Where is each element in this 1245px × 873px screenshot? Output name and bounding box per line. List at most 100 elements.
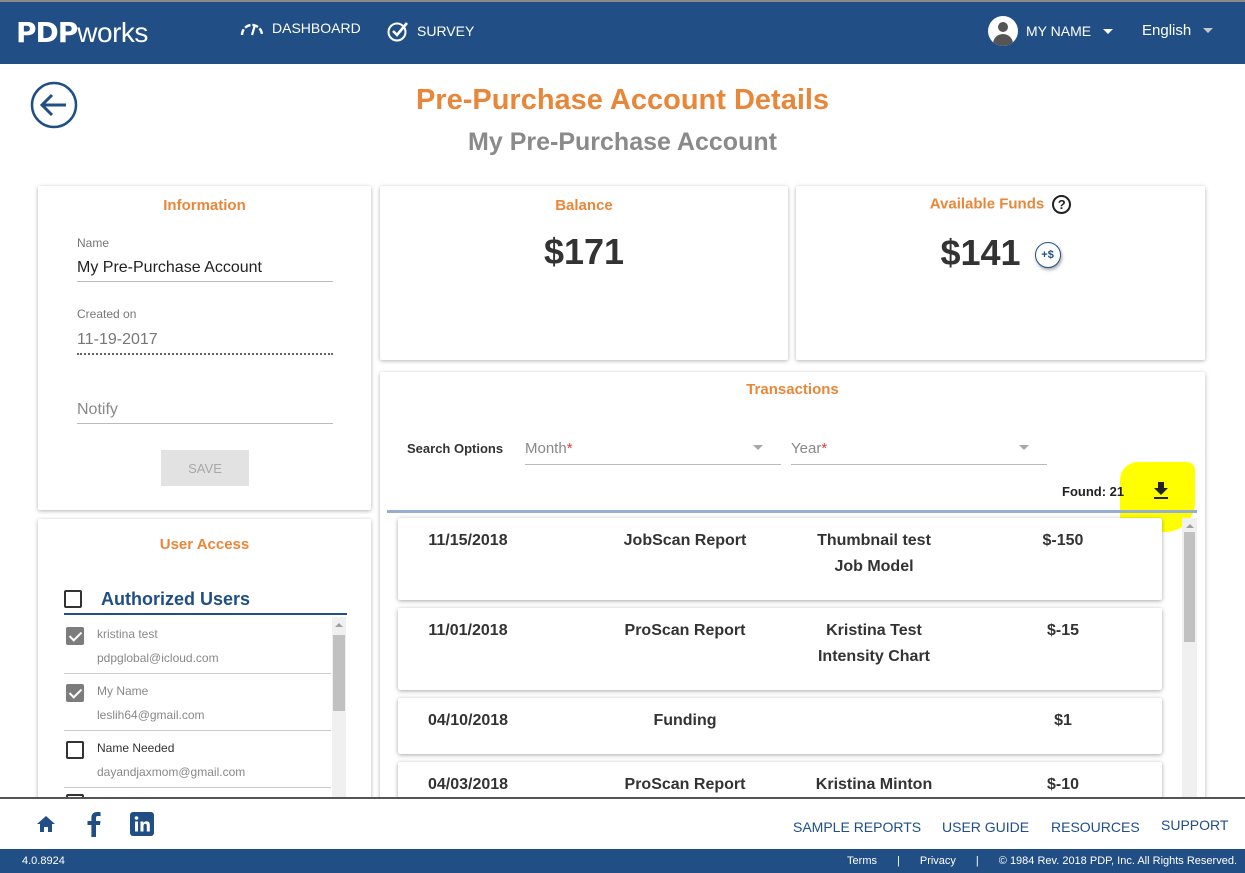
transactions-scrollbar[interactable]: [1182, 518, 1197, 812]
footer-link-sample-reports[interactable]: SAMPLE REPORTS: [793, 819, 921, 835]
separator: |: [975, 855, 979, 867]
balance-card: Balance $171: [380, 186, 788, 360]
found-count: Found: 21: [1062, 484, 1125, 499]
required-mark: *: [821, 440, 828, 457]
footer-link-user-guide[interactable]: USER GUIDE: [942, 819, 1029, 835]
avatar: [988, 16, 1018, 46]
user-access-title: User Access: [159, 536, 250, 553]
description-line: Intensity Chart: [817, 648, 930, 665]
separator: |: [897, 855, 900, 867]
footer-link-resources[interactable]: RESOURCES: [1051, 819, 1140, 835]
transaction-type: ProScan Report: [624, 622, 746, 639]
home-icon[interactable]: [36, 815, 56, 833]
language-select[interactable]: English: [1142, 22, 1214, 39]
transaction-amount: $-15: [1046, 622, 1080, 639]
month-select[interactable]: Month*: [525, 432, 781, 465]
page-title: Pre-Purchase Account Details: [415, 84, 830, 116]
nav-dashboard-label: DASHBOARD: [272, 20, 361, 36]
month-placeholder: Month: [525, 440, 567, 457]
user-checkbox[interactable]: [66, 741, 84, 759]
download-button[interactable]: [1152, 480, 1170, 500]
logo[interactable]: PDPworks: [16, 16, 148, 50]
transaction-date: 04/03/2018: [427, 776, 509, 793]
user-checkbox[interactable]: [66, 627, 84, 645]
transaction-date: 11/15/2018: [428, 532, 508, 549]
transaction-type: ProScan Report: [624, 776, 746, 793]
name-field[interactable]: My Pre-Purchase Account: [77, 259, 333, 282]
created-on-field: 11-19-2017: [77, 331, 333, 355]
user-access-card: User Access Authorized Users kristina te…: [38, 519, 371, 819]
table-row[interactable]: 11/01/2018 ProScan Report Kristina Test …: [398, 608, 1162, 690]
legal-links: Terms | Privacy | © 1984 Rev. 2018 PDP, …: [847, 855, 1237, 867]
footer-link-support[interactable]: SUPPORT: [1161, 817, 1228, 833]
user-checkbox[interactable]: [66, 684, 84, 702]
available-funds-amount: $141: [940, 232, 1021, 273]
search-options-label: Search Options: [407, 441, 504, 456]
user-name: MY NAME: [1026, 23, 1092, 39]
transaction-date: 04/10/2018: [427, 712, 509, 729]
transaction-description: Thumbnail test Job Model: [784, 528, 964, 580]
information-card: Information Name My Pre-Purchase Account…: [38, 186, 371, 510]
required-mark: *: [566, 440, 573, 457]
facebook-icon[interactable]: [87, 811, 101, 837]
user-name: Name Needed: [97, 741, 175, 755]
divider: [387, 510, 1197, 513]
user-name: kristina test: [97, 627, 158, 641]
table-row[interactable]: 11/15/2018 JobScan Report Thumbnail test…: [398, 518, 1162, 600]
year-select[interactable]: Year*: [791, 432, 1047, 465]
user-name: My Name: [97, 684, 149, 698]
transaction-date: 11/01/2018: [428, 622, 508, 639]
available-funds-title: Available Funds: [929, 195, 1045, 213]
nav-survey[interactable]: SURVEY: [387, 20, 474, 42]
available-funds-row: $141 +$: [796, 232, 1205, 274]
transaction-amount: $-10: [1046, 776, 1080, 793]
chevron-down-icon: [1019, 445, 1029, 450]
transactions-card: Transactions Search Options Month* Year*…: [380, 372, 1205, 812]
user-email: dayandjaxmom@gmail.com: [97, 765, 246, 779]
scrollbar-thumb[interactable]: [1184, 532, 1195, 642]
legal-bar: 4.0.8924 Terms | Privacy | © 1984 Rev. 2…: [0, 849, 1245, 873]
transaction-amount: $-150: [1042, 532, 1084, 549]
transaction-type: JobScan Report: [623, 532, 747, 549]
created-on-label: Created on: [77, 307, 137, 321]
users-scrollbar[interactable]: [332, 617, 346, 817]
name-label: Name: [77, 236, 110, 250]
authorized-users-list: kristina test pdpglobal@icloud.com My Na…: [64, 617, 331, 819]
select-all-checkbox[interactable]: [64, 590, 82, 608]
footer: SAMPLE REPORTS USER GUIDE RESOURCES SUPP…: [0, 797, 1245, 849]
transaction-amount: $1: [1054, 712, 1072, 729]
balance-amount: $171: [543, 231, 625, 272]
save-button[interactable]: SAVE: [161, 450, 249, 486]
page-content: Pre-Purchase Account Details My Pre-Purc…: [0, 64, 1245, 819]
list-item: kristina test pdpglobal@icloud.com: [64, 617, 331, 674]
information-title: Information: [163, 197, 246, 214]
linkedin-icon[interactable]: [130, 812, 154, 836]
terms-link[interactable]: Terms: [847, 855, 877, 867]
notify-field[interactable]: Notify: [77, 401, 333, 424]
scroll-up-icon[interactable]: [335, 623, 343, 627]
authorized-users-header: Authorized Users: [64, 585, 347, 615]
add-funds-button[interactable]: +$: [1034, 242, 1061, 269]
list-item: My Name leslih64@gmail.com: [64, 674, 331, 731]
user-email: pdpglobal@icloud.com: [97, 651, 219, 665]
scroll-up-icon[interactable]: [1186, 524, 1194, 528]
transactions-list: 11/15/2018 JobScan Report Thumbnail test…: [398, 518, 1162, 812]
copyright: © 1984 Rev. 2018 PDP, Inc. All Rights Re…: [998, 855, 1237, 867]
user-menu[interactable]: MY NAME: [988, 16, 1114, 46]
user-email: leslih64@gmail.com: [97, 708, 205, 722]
nav-dashboard[interactable]: DASHBOARD: [240, 20, 361, 36]
scrollbar-thumb[interactable]: [333, 635, 345, 711]
chevron-down-icon: [1203, 28, 1214, 33]
description-line: Kristina Test: [826, 622, 922, 639]
logo-bold: PDP: [16, 16, 78, 49]
year-placeholder: Year: [791, 440, 822, 457]
privacy-link[interactable]: Privacy: [920, 855, 956, 867]
description-line: Job Model: [834, 558, 914, 575]
balance-title: Balance: [555, 197, 613, 214]
nav-survey-label: SURVEY: [417, 23, 475, 39]
transactions-title: Transactions: [746, 381, 839, 398]
table-row[interactable]: 04/10/2018 Funding $1: [398, 698, 1162, 754]
transaction-description: Kristina Minton: [815, 776, 933, 793]
language-label: English: [1142, 22, 1192, 39]
help-icon[interactable]: ?: [1052, 195, 1072, 214]
